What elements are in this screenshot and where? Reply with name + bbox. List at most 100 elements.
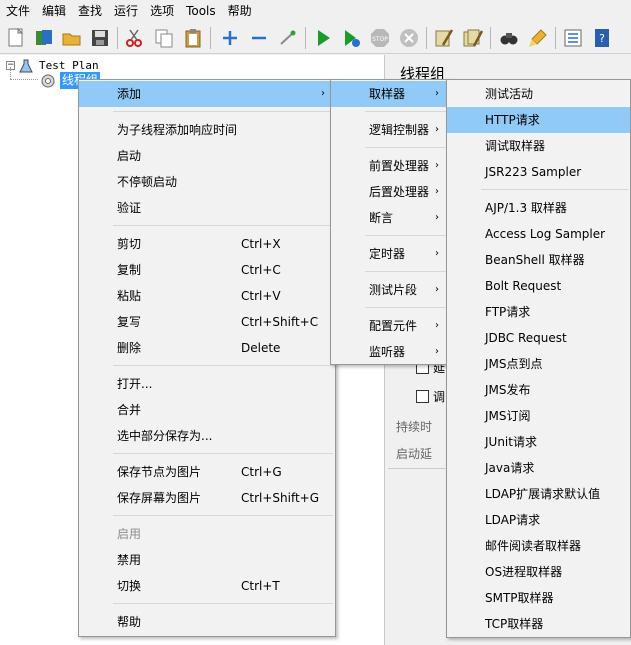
menu3-item[interactable]: JMS发布 bbox=[447, 377, 630, 403]
new-icon[interactable] bbox=[4, 26, 28, 50]
menu3-item[interactable]: FTP请求 bbox=[447, 299, 630, 325]
menu2-item[interactable]: 配置元件 › bbox=[331, 313, 449, 339]
start-icon[interactable] bbox=[311, 26, 335, 50]
menu1-item[interactable]: 切换 Ctrl+T bbox=[79, 573, 335, 599]
menu1-item[interactable]: 合并 bbox=[79, 397, 335, 423]
menu3-item[interactable]: SMTP取样器 bbox=[447, 585, 630, 611]
shutdown-icon[interactable] bbox=[397, 26, 421, 50]
clear-icon[interactable] bbox=[432, 26, 456, 50]
menu3-item[interactable]: HTTP请求 bbox=[447, 107, 630, 133]
collapse-icon[interactable] bbox=[247, 26, 271, 50]
menu-options[interactable]: 选项 bbox=[144, 0, 180, 22]
menu1-item[interactable]: 为子线程添加响应时间 bbox=[79, 117, 335, 143]
expand-icon[interactable] bbox=[218, 26, 242, 50]
shortcut-label: Ctrl+X bbox=[241, 237, 281, 251]
menu-search[interactable]: 查找 bbox=[72, 0, 108, 22]
menu2-item[interactable]: 定时器 › bbox=[331, 241, 449, 267]
menu3-item[interactable]: Java请求 bbox=[447, 455, 630, 481]
menu3-item[interactable]: 测试活动 bbox=[447, 81, 630, 107]
menu2-item[interactable]: 断言 › bbox=[331, 205, 449, 231]
shortcut-label: Ctrl+V bbox=[241, 289, 281, 303]
menu1-item[interactable]: 复写 Ctrl+Shift+C bbox=[79, 309, 335, 335]
menu3-item[interactable]: BeanShell 取样器 bbox=[447, 247, 630, 273]
menu1-item[interactable]: 复制 Ctrl+C bbox=[79, 257, 335, 283]
menu-item-label: Access Log Sampler bbox=[485, 227, 606, 241]
open-icon[interactable] bbox=[60, 26, 84, 50]
menu3-item[interactable]: JDBC Request bbox=[447, 325, 630, 351]
menu-bar: 文件 编辑 查找 运行 选项 Tools 帮助 bbox=[0, 0, 631, 22]
menu1-item[interactable]: 剪切 Ctrl+X bbox=[79, 231, 335, 257]
menu3-item[interactable]: LDAP请求 bbox=[447, 507, 630, 533]
menu1-item[interactable]: 添加 › bbox=[79, 81, 335, 107]
menu1-item[interactable]: 删除 Delete bbox=[79, 335, 335, 361]
menu3-item[interactable]: LDAP扩展请求默认值 bbox=[447, 481, 630, 507]
menu-item-label: JDBC Request bbox=[485, 331, 567, 345]
menu-item-label: 剪切 bbox=[117, 237, 142, 251]
menu3-item[interactable]: JMS订阅 bbox=[447, 403, 630, 429]
menu-item-label: 删除 bbox=[117, 341, 142, 355]
menu2-item[interactable]: 测试片段 › bbox=[331, 277, 449, 303]
menu3-item[interactable]: Bolt Request bbox=[447, 273, 630, 299]
shortcut-label: Ctrl+Shift+C bbox=[241, 315, 319, 329]
menu2-item[interactable]: 后置处理器 › bbox=[331, 179, 449, 205]
function-helper-icon[interactable] bbox=[561, 26, 585, 50]
menu2-item[interactable]: 监听器 › bbox=[331, 339, 449, 365]
menu-item-label: 帮助 bbox=[117, 615, 142, 629]
menu-item-label: 调试取样器 bbox=[485, 139, 546, 153]
menu-edit[interactable]: 编辑 bbox=[36, 0, 72, 22]
menu-tools[interactable]: Tools bbox=[180, 0, 222, 22]
flask-icon bbox=[19, 59, 33, 72]
search-icon[interactable] bbox=[497, 26, 521, 50]
menu2-item[interactable]: 取样器 › bbox=[331, 81, 449, 107]
stop-icon[interactable]: STOP bbox=[368, 26, 392, 50]
menu2-item[interactable]: 前置处理器 › bbox=[331, 153, 449, 179]
submenu-arrow-icon: › bbox=[435, 212, 439, 223]
menu1-item[interactable]: 启动 bbox=[79, 143, 335, 169]
menu3-item[interactable]: OS进程取样器 bbox=[447, 559, 630, 585]
menu-run[interactable]: 运行 bbox=[108, 0, 144, 22]
menu3-item[interactable]: AJP/1.3 取样器 bbox=[447, 195, 630, 221]
toggle-icon[interactable] bbox=[276, 26, 300, 50]
menu1-item[interactable]: 打开... bbox=[79, 371, 335, 397]
menu3-item[interactable]: 邮件阅读者取样器 bbox=[447, 533, 630, 559]
menu-item-label: 不停顿启动 bbox=[117, 175, 178, 189]
menu1-item[interactable]: 帮助 bbox=[79, 609, 335, 635]
menu-divider bbox=[365, 307, 447, 308]
shortcut-label: Delete bbox=[241, 341, 281, 355]
menu-item-label: 保存节点为图片 bbox=[117, 465, 202, 479]
submenu-arrow-icon: › bbox=[435, 248, 439, 259]
menu-item-label: 复写 bbox=[117, 315, 142, 329]
menu-file[interactable]: 文件 bbox=[0, 0, 36, 22]
menu1-item[interactable]: 保存节点为图片 Ctrl+G bbox=[79, 459, 335, 485]
menu3-item[interactable]: JMS点到点 bbox=[447, 351, 630, 377]
save-icon[interactable] bbox=[88, 26, 112, 50]
menu-divider bbox=[113, 603, 333, 604]
menu2-item[interactable]: 逻辑控制器 › bbox=[331, 117, 449, 143]
menu1-item[interactable]: 粘贴 Ctrl+V bbox=[79, 283, 335, 309]
templates-icon[interactable] bbox=[32, 26, 56, 50]
start-no-pause-icon[interactable] bbox=[339, 26, 363, 50]
menu3-item[interactable]: JUnit请求 bbox=[447, 429, 630, 455]
clear-all-icon[interactable] bbox=[461, 26, 485, 50]
menu1-item[interactable]: 保存屏幕为图片 Ctrl+Shift+G bbox=[79, 485, 335, 511]
menu-divider bbox=[365, 147, 447, 148]
cut-icon[interactable] bbox=[122, 26, 146, 50]
menu3-item[interactable]: 调试取样器 bbox=[447, 133, 630, 159]
menu-divider bbox=[113, 365, 333, 366]
menu-item-label: 启动 bbox=[117, 149, 142, 163]
help-icon[interactable]: ? bbox=[590, 26, 614, 50]
menu1-item[interactable]: 启用 bbox=[79, 521, 335, 547]
menu3-item[interactable]: Access Log Sampler bbox=[447, 221, 630, 247]
menu1-item[interactable]: 不停顿启动 bbox=[79, 169, 335, 195]
menu1-item[interactable]: 禁用 bbox=[79, 547, 335, 573]
checkbox[interactable] bbox=[416, 390, 429, 403]
menu3-item[interactable]: TCP取样器 bbox=[447, 611, 630, 637]
menu-item-label: SMTP取样器 bbox=[485, 591, 554, 605]
menu-help[interactable]: 帮助 bbox=[222, 0, 258, 22]
copy-icon[interactable] bbox=[152, 26, 176, 50]
menu3-item[interactable]: JSR223 Sampler bbox=[447, 159, 630, 185]
reset-search-icon[interactable] bbox=[526, 26, 550, 50]
menu1-item[interactable]: 验证 bbox=[79, 195, 335, 221]
paste-icon[interactable] bbox=[181, 26, 205, 50]
menu1-item[interactable]: 选中部分保存为... bbox=[79, 423, 335, 449]
